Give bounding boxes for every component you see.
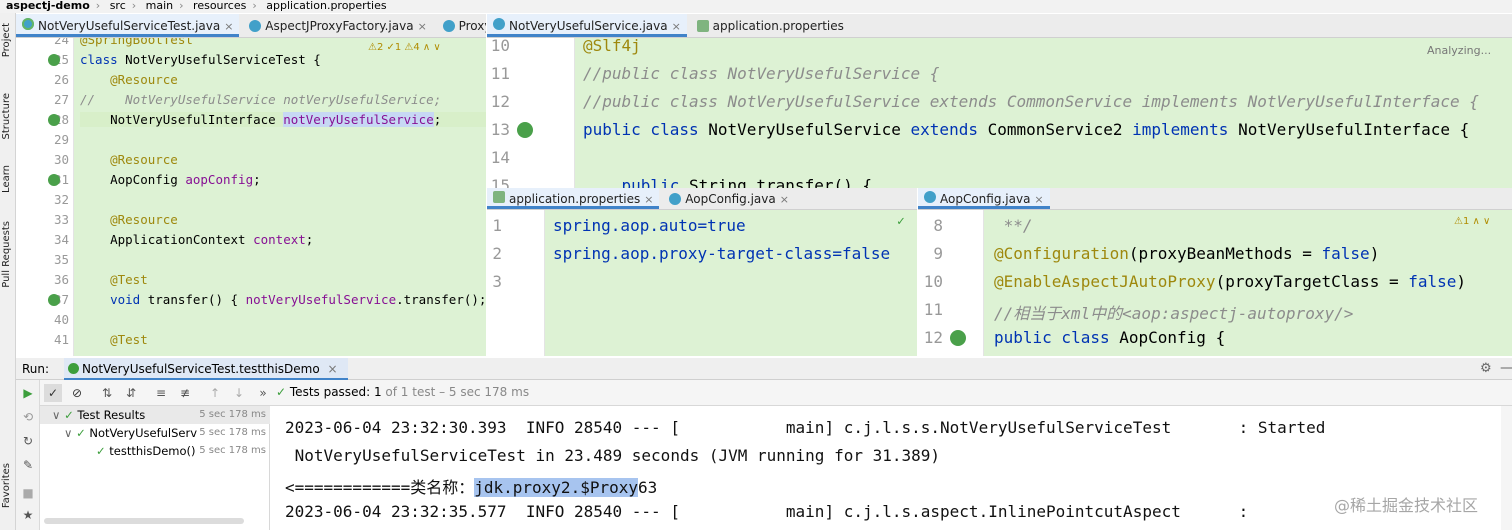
tab-application-properties-split[interactable]: application.properties × bbox=[487, 188, 660, 209]
close-icon[interactable]: × bbox=[224, 20, 233, 33]
collapse-all-icon[interactable]: ≢ bbox=[176, 384, 194, 402]
close-icon[interactable]: × bbox=[780, 193, 789, 206]
breadcrumb-resources[interactable]: resources bbox=[193, 0, 246, 12]
stop-icon[interactable]: ■ bbox=[19, 484, 37, 502]
breadcrumb-src[interactable]: src bbox=[110, 0, 126, 12]
line-gutter: 8 9 10 11 12 bbox=[918, 210, 984, 356]
line-gutter: 24 25 26 27 28 29 30 31 32 33 34 35 36 3… bbox=[16, 38, 74, 356]
sort-by-duration-icon[interactable]: ⇵ bbox=[122, 384, 140, 402]
run-toolbar: ✓ ⊘ ⇅ ⇵ ≡ ≢ ↑ ↓ » ✓ Tests passed: 1 of 1… bbox=[16, 380, 1512, 406]
tab-notveryusefulservicetest[interactable]: NotVeryUsefulServiceTest.java × bbox=[16, 14, 240, 37]
class-icon bbox=[442, 19, 455, 32]
test-status: ✓ Tests passed: 1 of 1 test – 5 sec 178 … bbox=[276, 385, 530, 399]
inspection-indicator[interactable]: ⚠1 ∧ ∨ bbox=[1454, 216, 1490, 227]
class-icon bbox=[493, 18, 505, 30]
structure-tool-button[interactable]: Structure bbox=[1, 93, 15, 140]
current-line: NotVeryUsefulInterface notVeryUsefulServ… bbox=[80, 112, 486, 127]
inject-gutter-icon[interactable] bbox=[48, 174, 60, 186]
implementation-gutter-icon[interactable] bbox=[517, 122, 533, 138]
check-icon: ✓ bbox=[276, 385, 287, 399]
rerun-failed-icon[interactable]: ⟲ bbox=[19, 408, 37, 426]
test-class-icon bbox=[22, 18, 34, 30]
minimize-icon[interactable]: — bbox=[1500, 360, 1512, 376]
show-passed-icon[interactable]: ✓ bbox=[44, 384, 62, 402]
test-results-tree: ∨ ✓ Test Results 5 sec 178 ms ∨ ✓ NotVer… bbox=[40, 406, 270, 530]
line-gutter: 10 11 12 13 14 15 bbox=[487, 38, 575, 188]
breadcrumb-file[interactable]: application.properties bbox=[266, 0, 386, 12]
close-icon[interactable]: × bbox=[644, 193, 653, 206]
run-tool-window-header: Run: NotVeryUsefulServiceTest.testthisDe… bbox=[16, 358, 1512, 380]
toggle-auto-test-icon[interactable]: ↻ bbox=[19, 432, 37, 450]
editor-application-properties[interactable]: 1 2 3 ✓ spring.aop.auto=true spring.aop.… bbox=[487, 210, 917, 356]
editor-notveryusefulservicetest[interactable]: 24 25 26 27 28 29 30 31 32 33 34 35 36 3… bbox=[16, 38, 486, 356]
pin-icon[interactable]: ★ bbox=[19, 506, 37, 524]
inject-gutter-icon[interactable] bbox=[48, 114, 60, 126]
learn-tool-button[interactable]: Learn bbox=[1, 165, 15, 193]
tree-row-test-class[interactable]: ∨ ✓ NotVeryUsefulService 5 sec 178 ms bbox=[40, 424, 270, 442]
breadcrumb-main[interactable]: main bbox=[146, 0, 173, 12]
console-output[interactable]: 2023-06-04 23:32:30.393 INFO 28540 --- [… bbox=[271, 406, 1501, 530]
tab-proxycr[interactable]: ProxyCr bbox=[437, 14, 486, 37]
selected-text: jdk.proxy2.$Proxy bbox=[474, 478, 638, 497]
close-icon[interactable]: × bbox=[418, 20, 427, 33]
class-icon bbox=[924, 191, 936, 203]
right-editor-tabs: NotVeryUsefulService.java × application.p… bbox=[487, 14, 1512, 38]
tab-notveryusefulservice[interactable]: NotVeryUsefulService.java × bbox=[487, 14, 687, 37]
watermark: @稀土掘金技术社区 bbox=[1334, 496, 1479, 515]
tab-application-properties[interactable]: application.properties bbox=[691, 14, 850, 37]
analyzing-status: Analyzing... bbox=[1427, 44, 1492, 57]
class-icon bbox=[249, 19, 262, 32]
no-problems-icon: ✓ bbox=[897, 214, 905, 229]
rerun-icon[interactable]: ▶ bbox=[19, 384, 37, 402]
class-icon bbox=[669, 192, 682, 205]
close-icon[interactable]: × bbox=[1034, 193, 1043, 206]
close-icon[interactable]: × bbox=[328, 362, 338, 376]
expand-all-icon[interactable]: ≡ bbox=[152, 384, 170, 402]
run-configuration-tab[interactable]: NotVeryUsefulServiceTest.testthisDemo × bbox=[64, 358, 348, 380]
properties-file-icon bbox=[493, 191, 505, 203]
line-gutter: 1 2 3 bbox=[487, 210, 545, 356]
settings-wrench-icon[interactable]: ✎ bbox=[19, 456, 37, 474]
tab-aopconfig-split[interactable]: AopConfig.java × bbox=[663, 188, 795, 209]
run-test-gutter-icon[interactable] bbox=[48, 54, 60, 66]
pull-requests-tool-button[interactable]: Pull Requests bbox=[1, 221, 15, 288]
tree-row-test-results[interactable]: ∨ ✓ Test Results 5 sec 178 ms bbox=[40, 406, 270, 424]
tree-row-test-method[interactable]: ✓ testthisDemo() 5 sec 178 ms bbox=[40, 442, 270, 460]
run-label: Run: bbox=[22, 362, 50, 376]
show-ignored-icon[interactable]: ⊘ bbox=[68, 384, 86, 402]
editor-aopconfig[interactable]: 8 9 10 11 12 ⚠1 ∧ ∨ **/ @Configuration(p… bbox=[918, 210, 1512, 356]
console-scrollbar[interactable] bbox=[1501, 406, 1512, 530]
tab-aopconfig[interactable]: AopConfig.java × bbox=[918, 188, 1050, 209]
next-failed-icon[interactable]: ↓ bbox=[230, 384, 248, 402]
aopconfig-editor-tabs: AopConfig.java × bbox=[918, 188, 1512, 210]
horizontal-scrollbar[interactable] bbox=[44, 518, 244, 524]
tab-aspectjproxyfactory[interactable]: AspectJProxyFactory.java × bbox=[243, 14, 432, 37]
test-passed-icon bbox=[68, 363, 79, 374]
run-test-gutter-icon[interactable] bbox=[48, 294, 60, 306]
properties-editor-tabs: application.properties × AopConfig.java × bbox=[487, 188, 917, 210]
breadcrumb: aspectj-demo › src › main › resources › appl… bbox=[0, 0, 1512, 13]
sort-alphabetically-icon[interactable]: ⇅ bbox=[98, 384, 116, 402]
close-icon[interactable]: × bbox=[672, 20, 681, 33]
inspection-indicator[interactable]: ⚠2 ✓1 ⚠4 ∧ ∨ bbox=[368, 42, 441, 53]
gear-icon[interactable]: ⚙ bbox=[1480, 361, 1492, 376]
left-tool-strip: Project Structure Learn Pull Requests Fa… bbox=[0, 13, 16, 530]
left-editor-tabs: NotVeryUsefulServiceTest.java × AspectJPr… bbox=[16, 14, 486, 38]
bean-gutter-icon[interactable] bbox=[950, 330, 966, 346]
project-tool-button[interactable]: Project bbox=[1, 23, 15, 57]
favorites-tool-button[interactable]: Favorites bbox=[1, 463, 15, 508]
breadcrumb-project[interactable]: aspectj-demo bbox=[6, 0, 90, 12]
editor-notveryusefulservice[interactable]: 10 11 12 13 14 15 Analyzing... @Slf4j //… bbox=[487, 38, 1512, 188]
more-options-icon[interactable]: » bbox=[254, 384, 272, 402]
run-side-actions: ▶ ⟲ ↻ ✎ ■ ★ bbox=[16, 380, 40, 530]
properties-file-icon bbox=[696, 19, 709, 32]
previous-failed-icon[interactable]: ↑ bbox=[206, 384, 224, 402]
